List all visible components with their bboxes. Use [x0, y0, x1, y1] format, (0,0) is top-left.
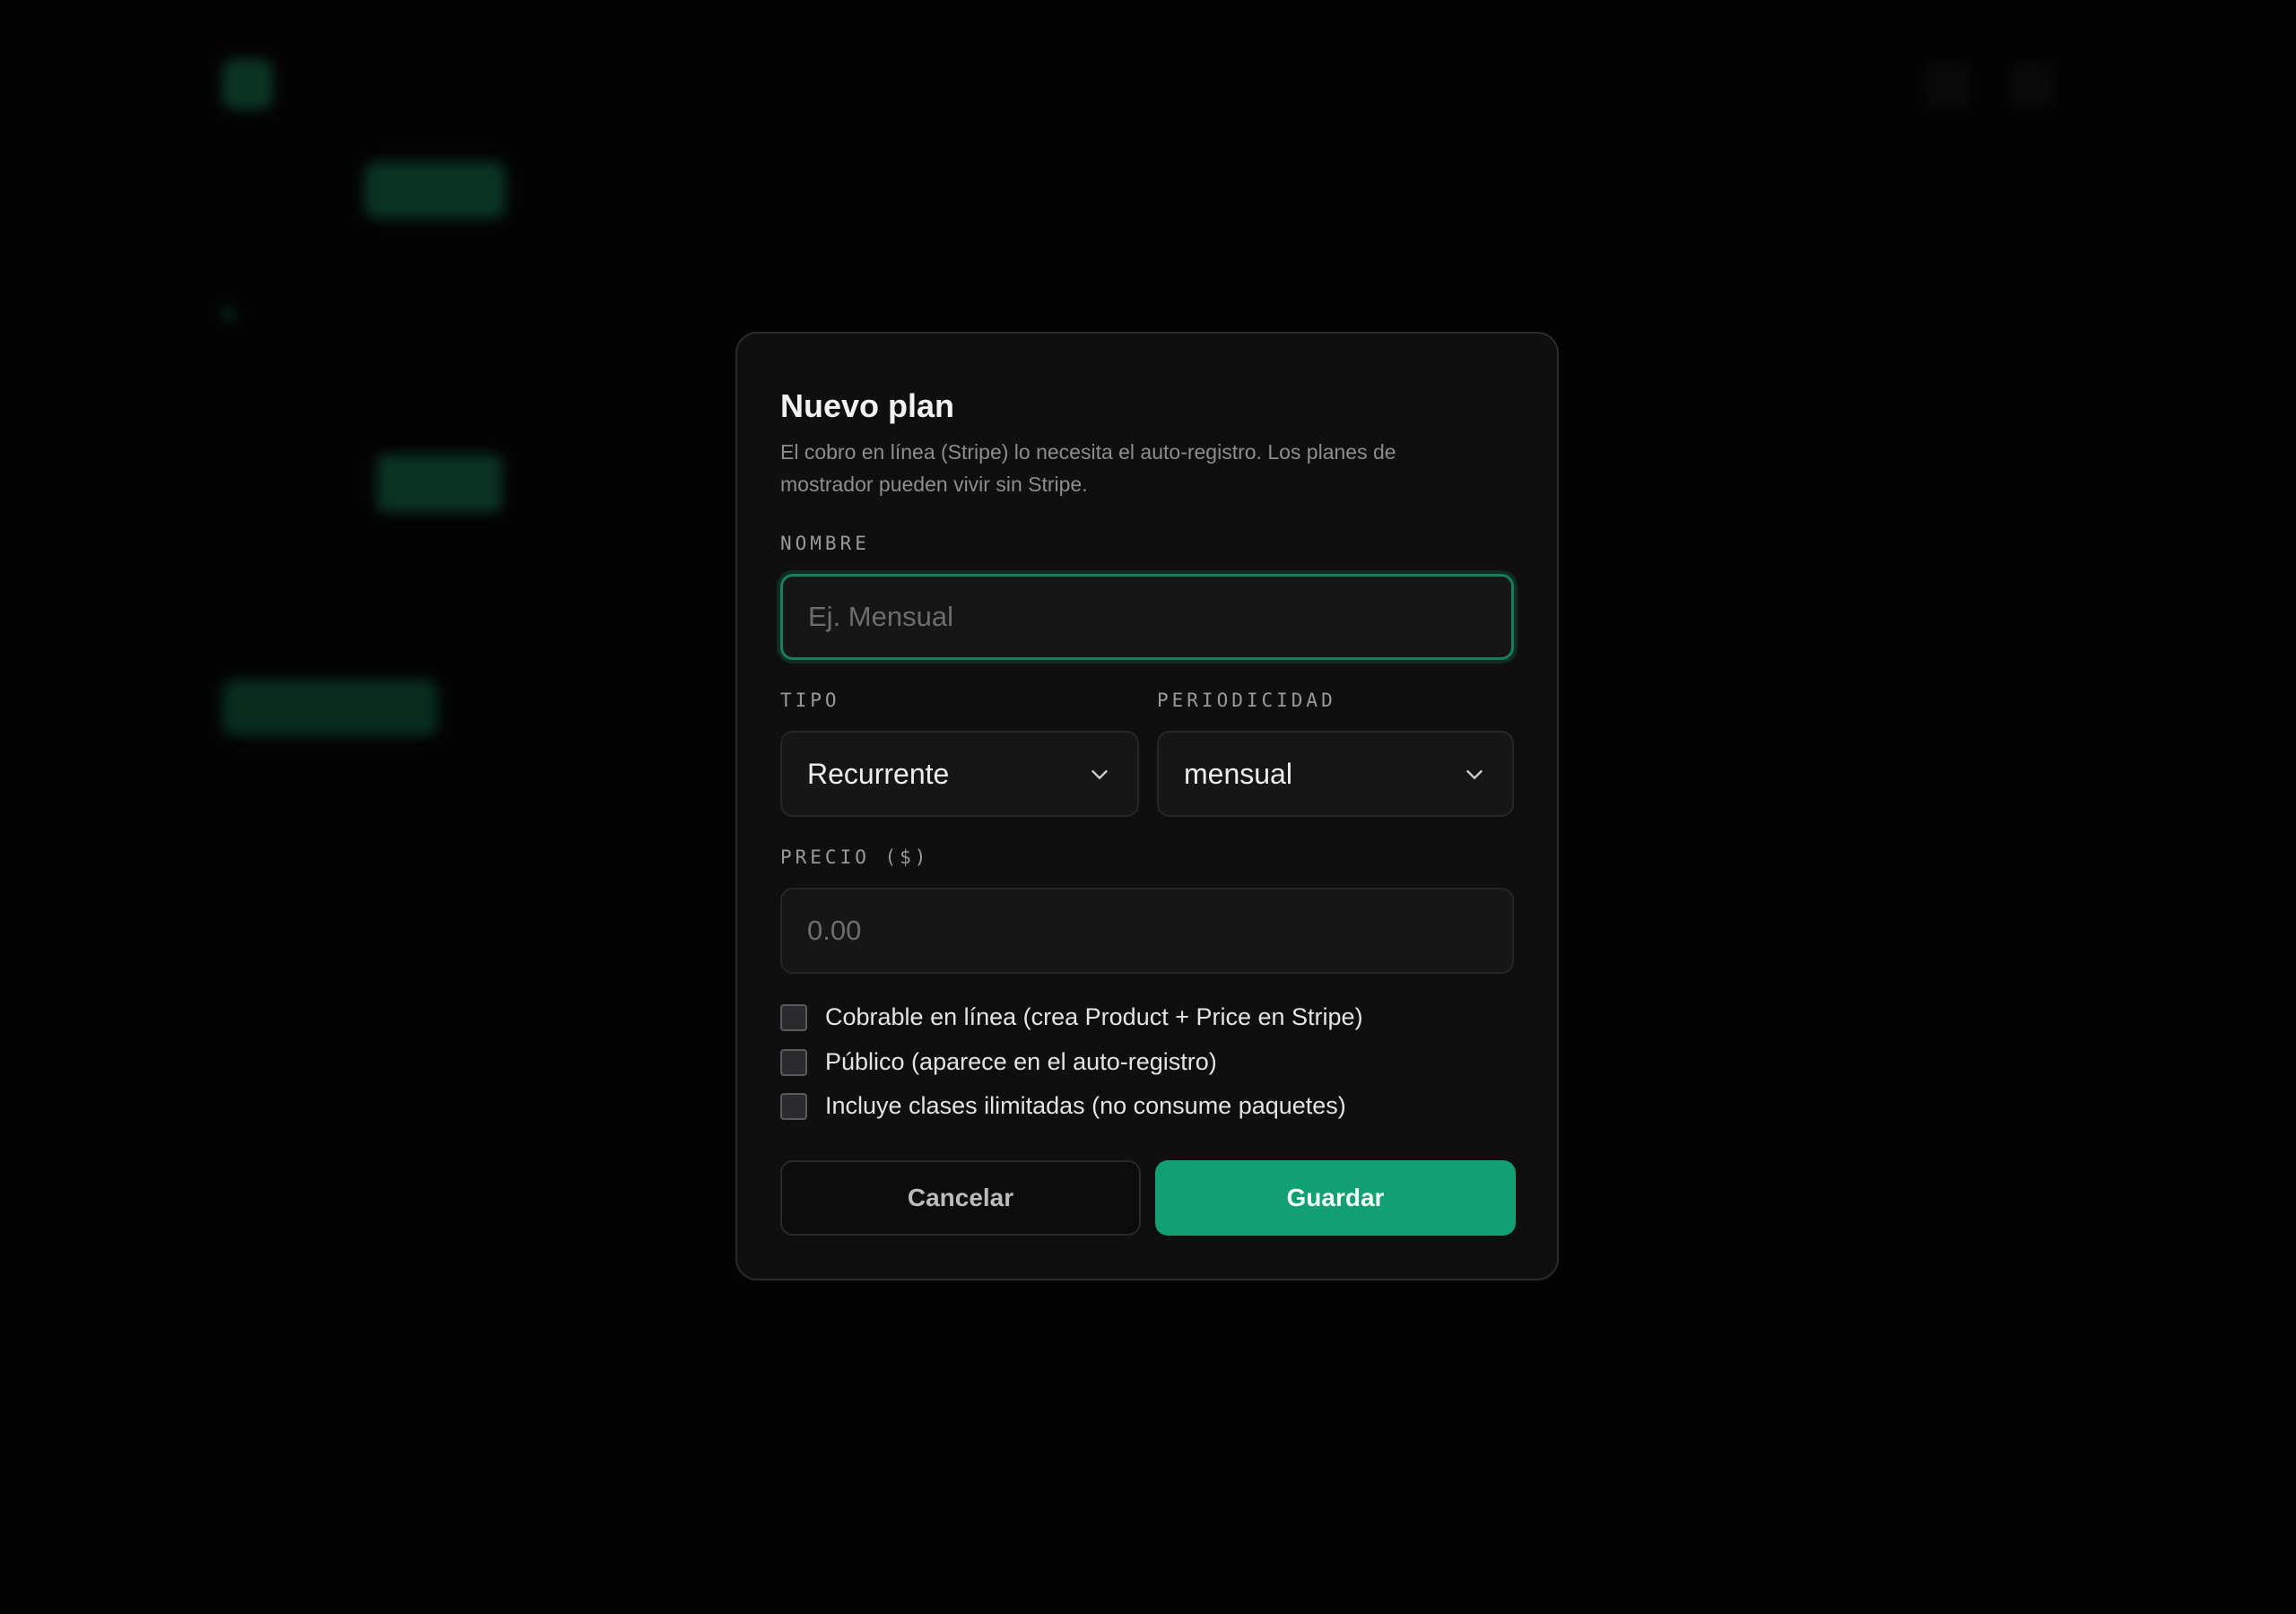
publico-checkbox-row[interactable]: Público (aparece en el auto-registro) — [780, 1048, 1217, 1076]
save-button[interactable]: Guardar — [1155, 1160, 1516, 1236]
publico-checkbox[interactable] — [780, 1048, 807, 1076]
cobrable-checkbox-row[interactable]: Cobrable en línea (crea Product + Price … — [780, 1003, 1363, 1031]
periodicidad-value: mensual — [1184, 757, 1292, 790]
periodicidad-label: PERIODICIDAD — [1157, 690, 1336, 711]
ilimitadas-checkbox-row[interactable]: Incluye clases ilimitadas (no consume pa… — [780, 1092, 1346, 1120]
modal-title: Nuevo plan — [780, 387, 955, 424]
tipo-value: Recurrente — [807, 757, 950, 790]
precio-label: PRECIO ($) — [780, 846, 930, 868]
cobrable-checkbox[interactable] — [780, 1003, 807, 1031]
nombre-label: NOMBRE — [780, 533, 870, 554]
chevron-down-icon — [1091, 769, 1108, 780]
cobrable-label: Cobrable en línea (crea Product + Price … — [825, 1003, 1363, 1030]
precio-input[interactable] — [780, 888, 1514, 974]
publico-label: Público (aparece en el auto-registro) — [825, 1048, 1217, 1075]
nombre-input[interactable] — [780, 574, 1514, 660]
periodicidad-select[interactable]: mensual — [1157, 731, 1514, 817]
new-plan-modal: Nuevo plan El cobro en línea (Stripe) lo… — [735, 332, 1559, 1280]
tipo-label: TIPO — [780, 690, 840, 711]
tipo-select[interactable]: Recurrente — [780, 731, 1139, 817]
ilimitadas-checkbox[interactable] — [780, 1092, 807, 1120]
ilimitadas-label: Incluye clases ilimitadas (no consume pa… — [825, 1092, 1346, 1119]
cancel-button[interactable]: Cancelar — [780, 1160, 1141, 1236]
modal-description: El cobro en línea (Stripe) lo necesita e… — [780, 440, 1396, 496]
chevron-down-icon — [1466, 769, 1483, 780]
